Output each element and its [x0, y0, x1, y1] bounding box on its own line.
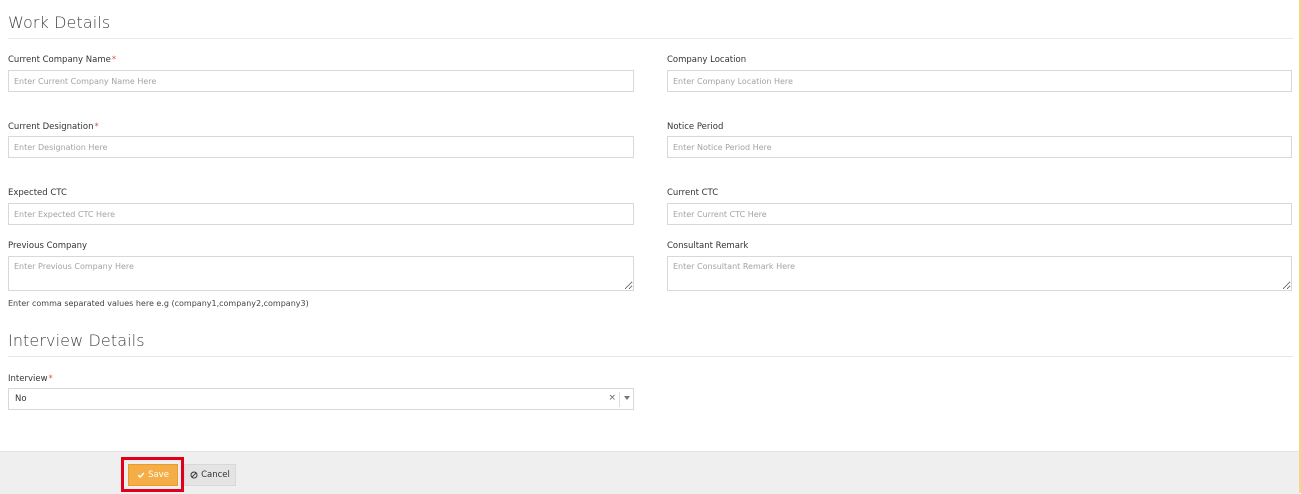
- caret-down-icon[interactable]: [624, 396, 630, 400]
- expected-ctc-input[interactable]: [8, 203, 634, 225]
- save-button-label: Save: [148, 470, 169, 480]
- expected-ctc-label: Expected CTC: [8, 188, 67, 198]
- work-details-divider: [8, 38, 1293, 39]
- company-location-label: Company Location: [667, 55, 747, 65]
- current-company-input[interactable]: [8, 70, 634, 92]
- current-ctc-label: Current CTC: [667, 188, 719, 198]
- interview-select[interactable]: No ×: [8, 388, 634, 410]
- clear-icon[interactable]: ×: [608, 393, 616, 403]
- previous-company-label: Previous Company: [8, 241, 88, 251]
- notice-period-label: Notice Period: [667, 122, 724, 132]
- check-icon: [137, 471, 145, 479]
- interview-details-title: Interview Details: [8, 331, 145, 350]
- previous-company-help-text: Enter comma separated values here e.g (c…: [8, 299, 309, 308]
- interview-details-divider: [8, 356, 1293, 357]
- company-location-input[interactable]: [667, 70, 1292, 92]
- notice-period-input[interactable]: [667, 136, 1292, 158]
- select-separator: [619, 392, 620, 407]
- current-ctc-input[interactable]: [667, 203, 1292, 225]
- consultant-remark-label: Consultant Remark: [667, 241, 749, 251]
- current-designation-label: Current Designation*: [8, 122, 99, 132]
- current-company-label: Current Company Name*: [8, 55, 117, 65]
- interview-label: Interview*: [8, 374, 53, 384]
- save-button[interactable]: Save: [128, 464, 178, 486]
- interview-select-value: No: [15, 394, 27, 404]
- previous-company-textarea[interactable]: [8, 256, 634, 291]
- ban-icon: [190, 471, 198, 479]
- cancel-button[interactable]: Cancel: [184, 464, 236, 486]
- consultant-remark-textarea[interactable]: [667, 256, 1292, 291]
- current-designation-input[interactable]: [8, 136, 634, 158]
- work-details-title: Work Details: [8, 13, 111, 32]
- cancel-button-label: Cancel: [201, 470, 230, 480]
